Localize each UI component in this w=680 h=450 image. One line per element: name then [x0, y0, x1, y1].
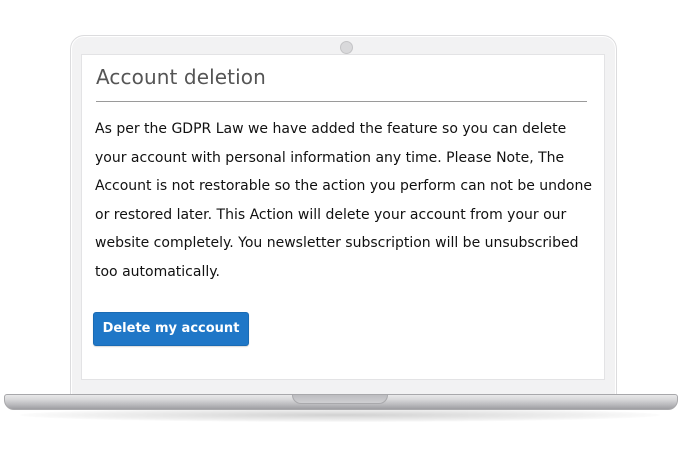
title-divider [96, 101, 587, 102]
laptop-shadow [20, 408, 660, 422]
laptop-screen: Account deletion As per the GDPR Law we … [81, 54, 605, 380]
laptop-base-notch [292, 395, 388, 404]
laptop-camera-icon [340, 41, 353, 54]
delete-account-button[interactable]: Delete my account [93, 312, 249, 346]
section-title: Account deletion [96, 65, 266, 89]
gdpr-description: As per the GDPR Law we have added the fe… [95, 121, 592, 280]
laptop-mockup: Account deletion As per the GDPR Law we … [0, 0, 680, 450]
